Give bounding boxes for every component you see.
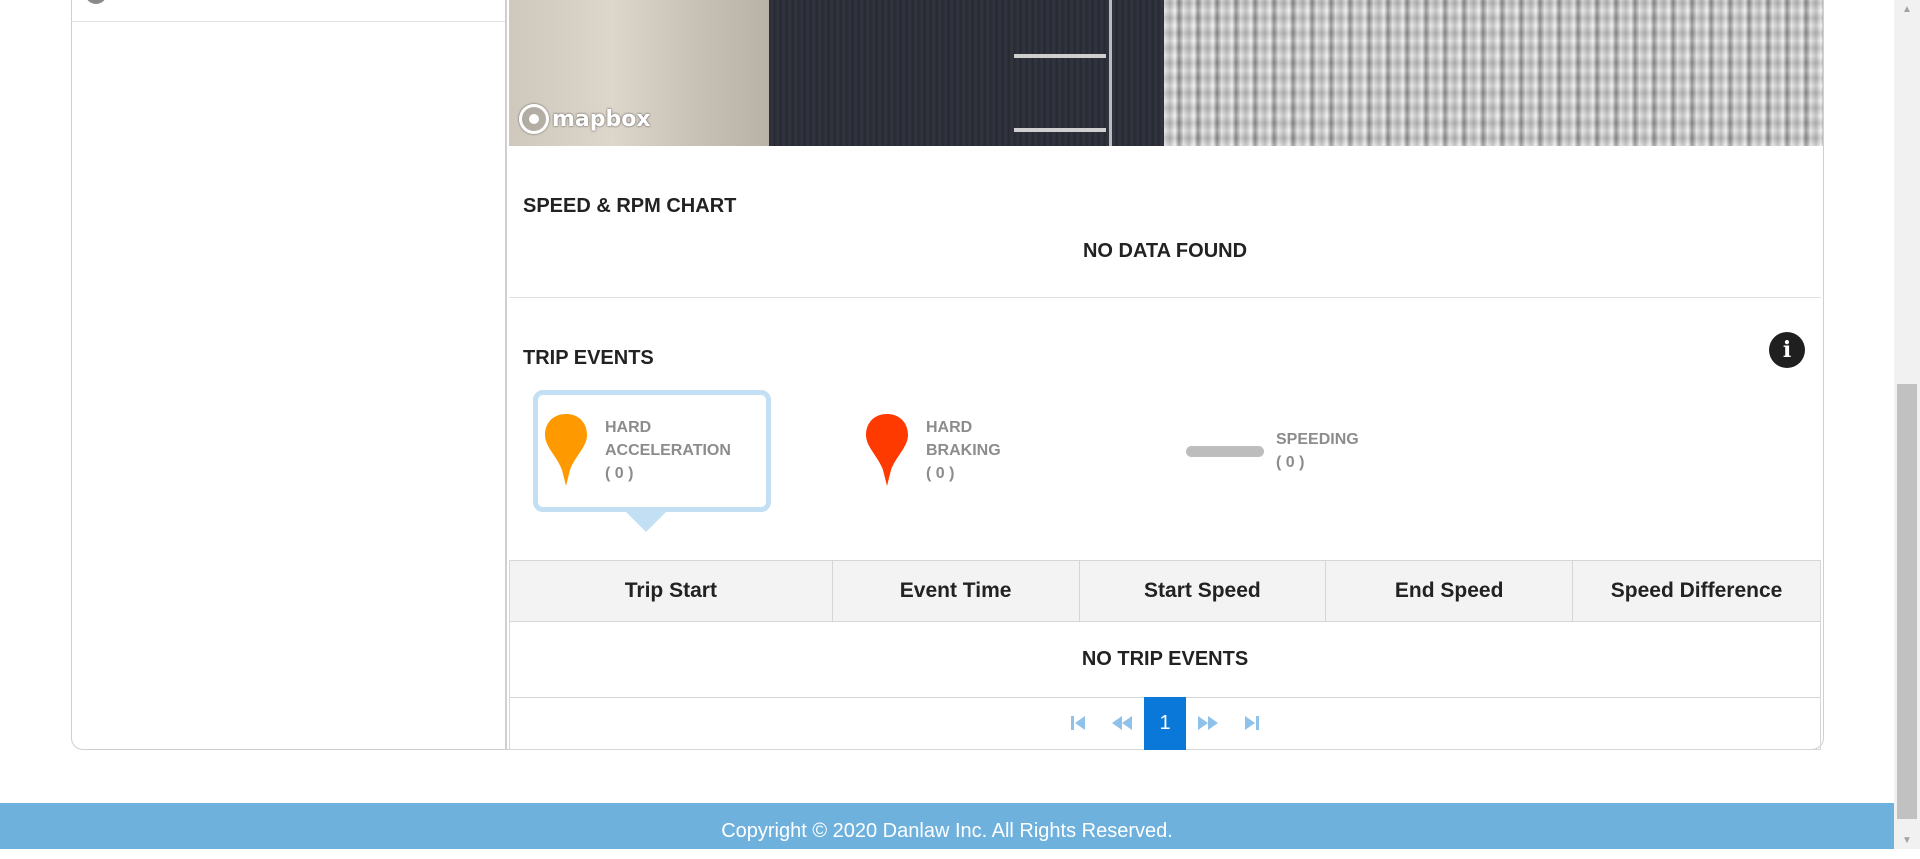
speed-chart-title: SPEED & RPM CHART bbox=[523, 195, 737, 217]
map-building-texture bbox=[1164, 0, 1823, 146]
scroll-up-icon[interactable]: ▲ bbox=[1894, 0, 1920, 18]
previous-page-icon[interactable] bbox=[1100, 697, 1144, 750]
table-row: NO TRIP EVENTS bbox=[509, 621, 1821, 698]
mapbox-logo[interactable]: mapbox bbox=[519, 104, 651, 134]
legend-label-line: ACCELERATION bbox=[605, 441, 731, 459]
column-header[interactable]: Start Speed bbox=[1078, 560, 1327, 622]
map-road-marking bbox=[1014, 54, 1106, 58]
hard-acceleration-pin-icon bbox=[545, 414, 587, 486]
legend-selection-pointer bbox=[626, 512, 666, 532]
trip-map[interactable]: mapbox bbox=[509, 0, 1823, 146]
legend-speeding[interactable]: SPEEDING ( 0 ) bbox=[1186, 428, 1359, 474]
scroll-down-icon[interactable]: ▼ bbox=[1894, 831, 1920, 849]
column-header[interactable]: Event Time bbox=[831, 560, 1080, 622]
table-header-row: Trip Start Event Time Start Speed End Sp… bbox=[509, 560, 1821, 622]
legend-count: ( 0 ) bbox=[1276, 454, 1305, 471]
legend-count: ( 0 ) bbox=[605, 464, 634, 482]
column-header[interactable]: Trip Start bbox=[509, 560, 833, 622]
trip-events-title: TRIP EVENTS bbox=[523, 347, 654, 369]
legend-hard-braking[interactable]: HARD BRAKING ( 0 ) bbox=[864, 412, 1001, 488]
speeding-line-icon bbox=[1186, 445, 1264, 457]
mapbox-icon bbox=[519, 104, 549, 134]
scrollbar-thumb[interactable] bbox=[1897, 384, 1917, 819]
page-scrollbar[interactable]: ▲ ▼ bbox=[1894, 0, 1920, 849]
speed-chart-empty-message: NO DATA FOUND bbox=[1082, 240, 1248, 262]
section-divider bbox=[509, 297, 1821, 298]
legend-count: ( 0 ) bbox=[926, 464, 955, 482]
legend-label: HARD BRAKING ( 0 ) bbox=[926, 416, 1001, 485]
hard-braking-pin-icon bbox=[866, 414, 908, 486]
table-empty-message: NO TRIP EVENTS bbox=[509, 621, 1821, 698]
legend-label-line: SPEEDING bbox=[1276, 431, 1359, 448]
map-road-marking bbox=[1109, 0, 1112, 146]
pagination: 1 bbox=[509, 696, 1821, 750]
legend-label-line: HARD bbox=[926, 418, 973, 436]
mapbox-wordmark: mapbox bbox=[552, 106, 651, 132]
column-header[interactable]: Speed Difference bbox=[1572, 560, 1821, 622]
sidebar-item[interactable] bbox=[71, 0, 505, 22]
map-road-marking bbox=[1014, 128, 1106, 132]
legend-hard-acceleration[interactable]: HARD ACCELERATION ( 0 ) bbox=[543, 412, 731, 488]
page-number-button[interactable]: 1 bbox=[1144, 696, 1186, 750]
trip-main-panel: mapbox SPEED & RPM CHART NO DATA FOUND T… bbox=[507, 0, 1823, 750]
legend-label: SPEEDING ( 0 ) bbox=[1276, 428, 1359, 474]
legend-label-line: HARD bbox=[605, 418, 652, 436]
map-road bbox=[769, 0, 1164, 146]
avatar bbox=[85, 0, 107, 4]
sidebar bbox=[71, 0, 507, 750]
legend-label-line: BRAKING bbox=[926, 441, 1001, 459]
legend-label: HARD ACCELERATION ( 0 ) bbox=[605, 416, 731, 485]
next-page-icon[interactable] bbox=[1186, 697, 1230, 750]
last-page-icon[interactable] bbox=[1230, 697, 1274, 750]
trip-events-table: Trip Start Event Time Start Speed End Sp… bbox=[509, 560, 1821, 698]
footer: Copyright © 2020 Danlaw Inc. All Rights … bbox=[0, 803, 1894, 849]
info-icon[interactable]: i bbox=[1769, 332, 1805, 368]
column-header[interactable]: End Speed bbox=[1325, 560, 1574, 622]
copyright-text: Copyright © 2020 Danlaw Inc. All Rights … bbox=[721, 820, 1173, 842]
first-page-icon[interactable] bbox=[1056, 697, 1100, 750]
